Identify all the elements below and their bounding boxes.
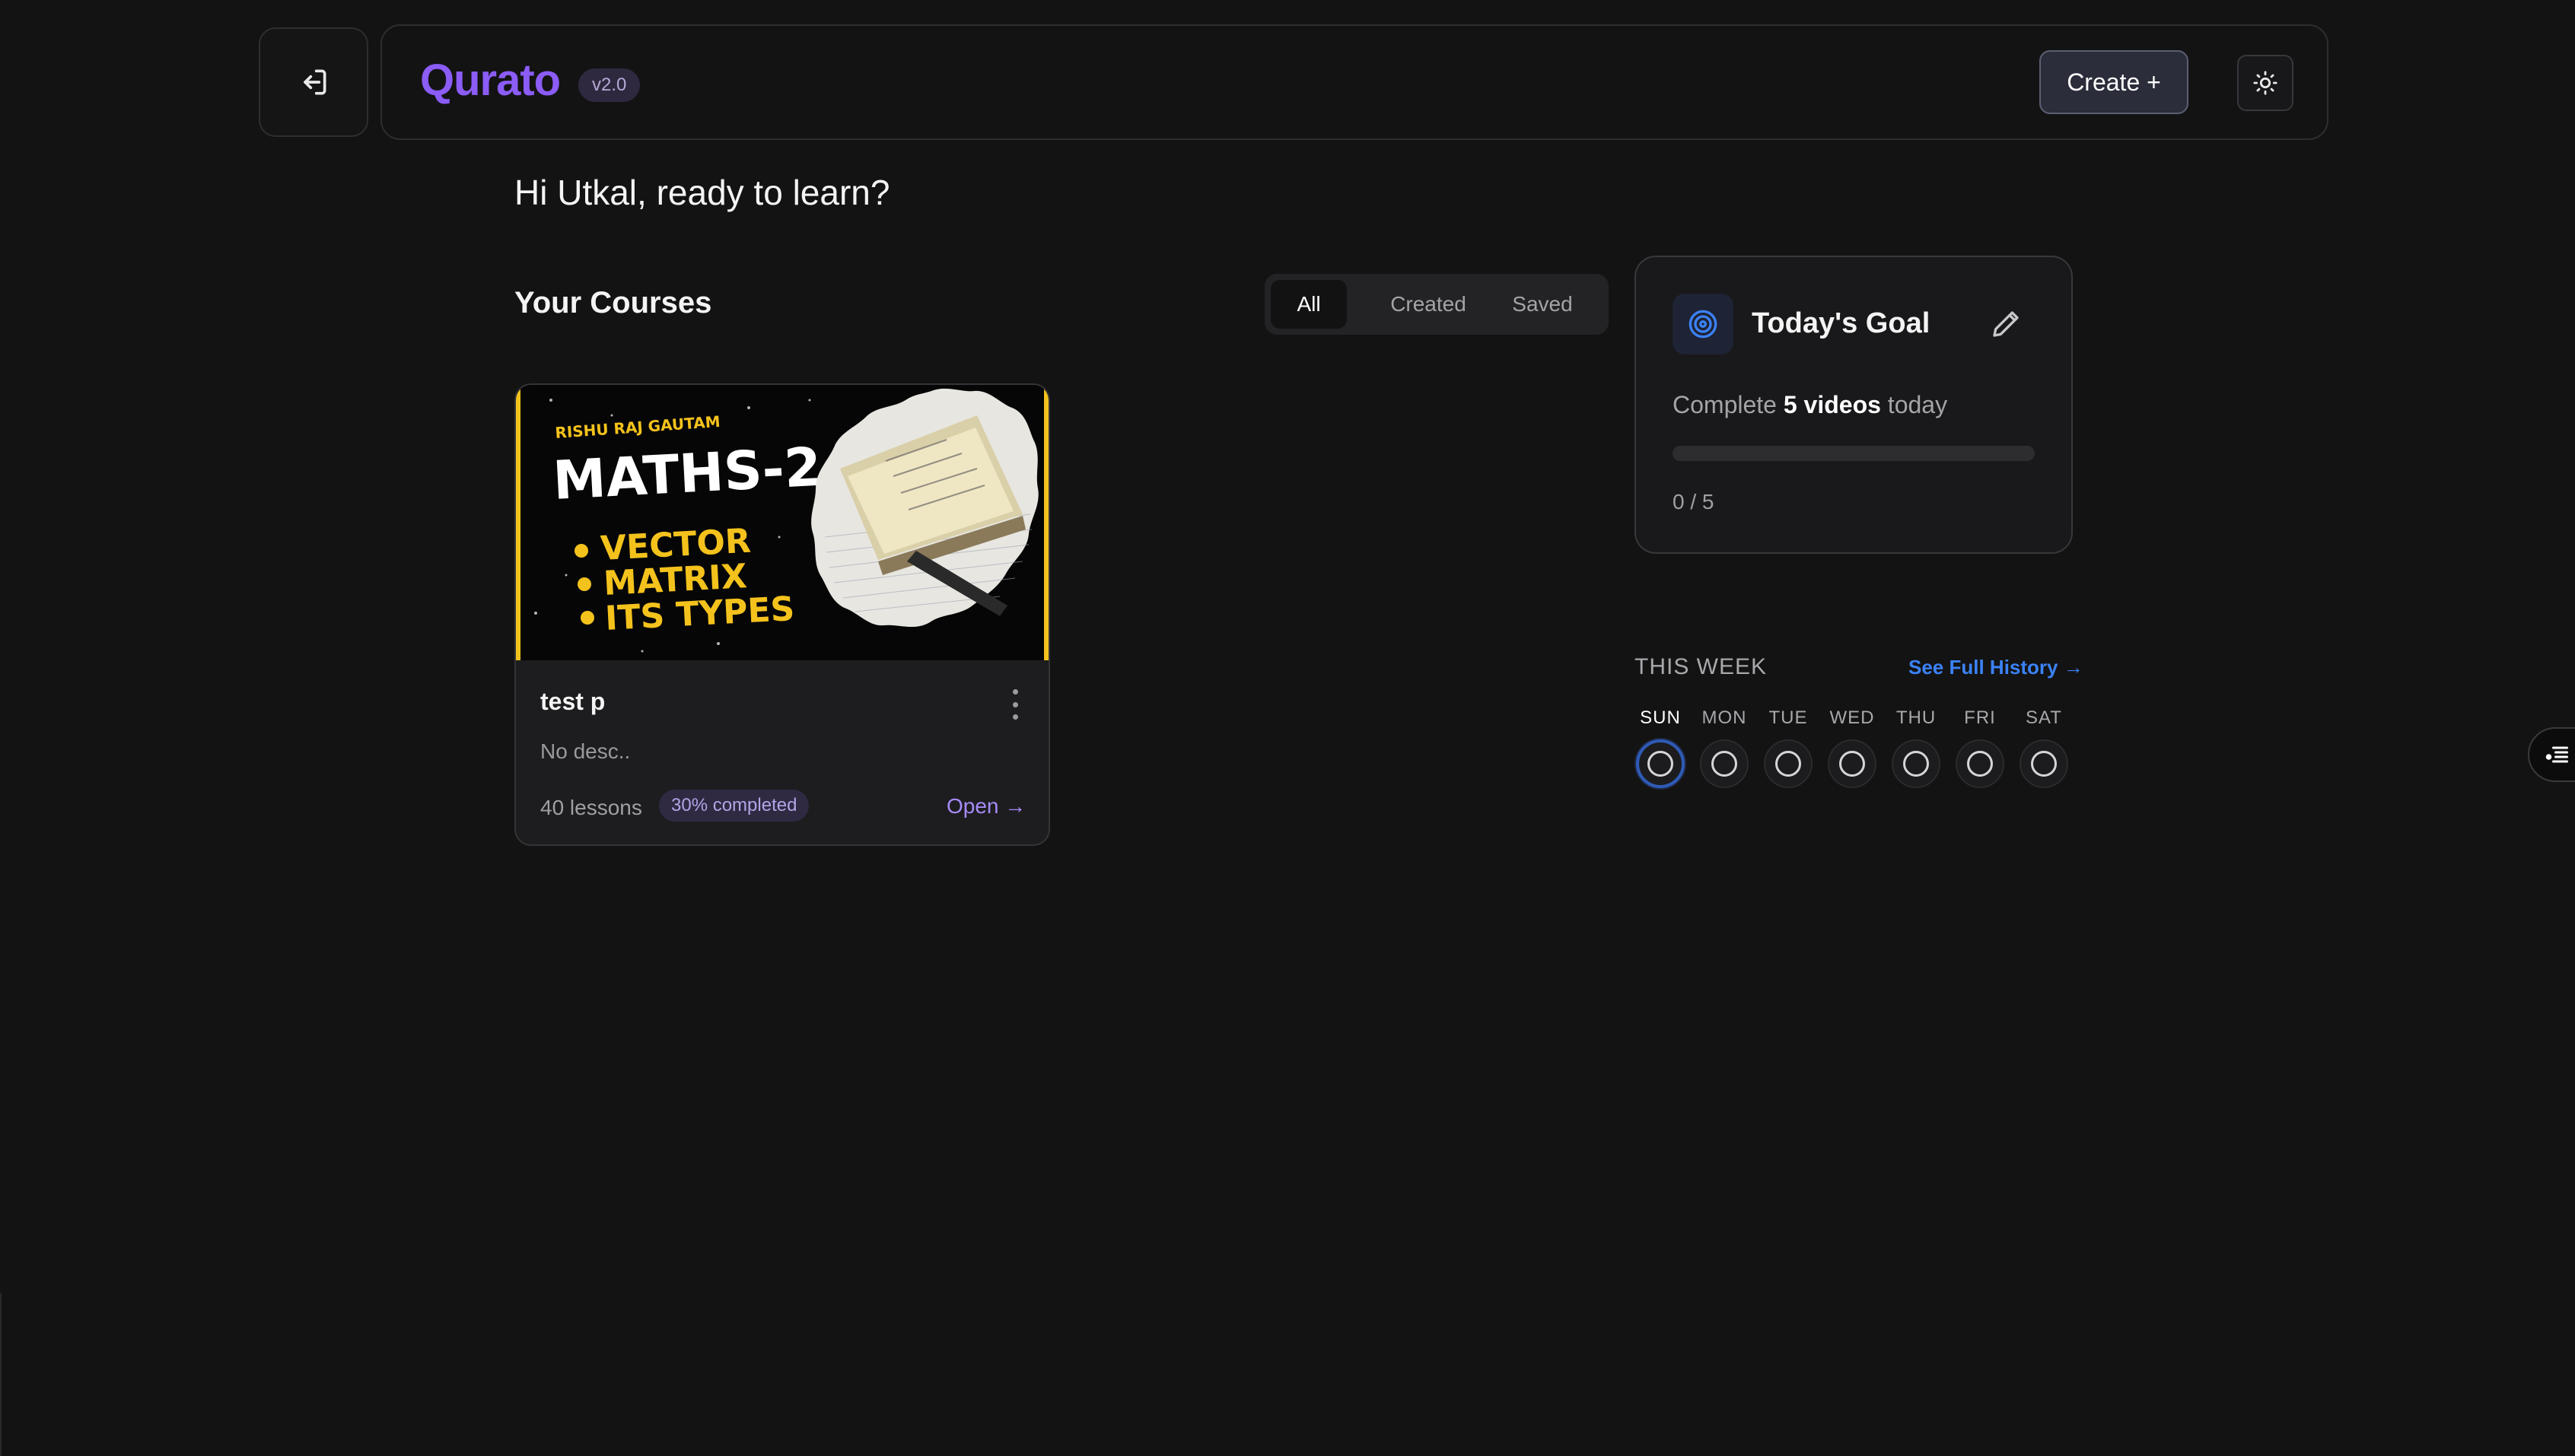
day-status-circle bbox=[1892, 739, 1940, 788]
brand-logo: Qurato bbox=[420, 56, 561, 105]
goal-description: Complete 5 videos today bbox=[1673, 391, 1947, 419]
sun-icon bbox=[2253, 71, 2277, 95]
tab-created[interactable]: Created bbox=[1371, 280, 1485, 329]
day-label: THU bbox=[1895, 707, 1937, 728]
course-thumbnail: RISHU RAJ GAUTAM MATHS-2 VECTOR MATRIX I… bbox=[516, 385, 1049, 660]
goal-count: 0 / 5 bbox=[1673, 490, 1714, 513]
day-status-circle bbox=[1636, 739, 1685, 788]
week-title: THIS WEEK bbox=[1634, 654, 1768, 679]
side-panel-toggle[interactable] bbox=[2528, 727, 2575, 782]
tab-saved[interactable]: Saved bbox=[1493, 280, 1592, 329]
thumbnail-headline: MATHS-2 bbox=[552, 436, 823, 512]
goal-icon-container bbox=[1673, 294, 1733, 354]
goal-text-suffix: today bbox=[1880, 391, 1948, 418]
empty-circle-icon bbox=[1839, 751, 1865, 777]
empty-circle-icon bbox=[1711, 751, 1737, 777]
day-wed[interactable]: WED bbox=[1820, 707, 1884, 788]
day-label: FRI bbox=[1964, 707, 1996, 728]
day-mon[interactable]: MON bbox=[1692, 707, 1756, 788]
empty-circle-icon bbox=[1647, 751, 1673, 777]
progress-badge: 30% completed bbox=[659, 790, 810, 822]
goal-title: Today's Goal bbox=[1752, 307, 1930, 339]
goal-text-target: 5 videos bbox=[1783, 391, 1881, 418]
lesson-count: 40 lessons bbox=[540, 796, 642, 819]
day-thu[interactable]: THU bbox=[1884, 707, 1948, 788]
thumbnail-graphic: RISHU RAJ GAUTAM MATHS-2 VECTOR MATRIX I… bbox=[534, 388, 1039, 653]
version-badge: v2.0 bbox=[578, 68, 641, 102]
day-status-circle bbox=[1828, 739, 1876, 788]
day-status-circle bbox=[1956, 739, 2004, 788]
day-label: TUE bbox=[1768, 707, 1808, 728]
notebook-photo bbox=[811, 388, 1039, 628]
app-root: Qurato v2.0 Create + Hi Utkal, ready to … bbox=[0, 0, 2575, 1456]
day-fri[interactable]: FRI bbox=[1948, 707, 2012, 788]
target-icon bbox=[1689, 310, 1717, 339]
empty-circle-icon bbox=[1903, 751, 1929, 777]
empty-circle-icon bbox=[2031, 751, 2057, 777]
tab-all[interactable]: All bbox=[1271, 280, 1347, 329]
day-label: SAT bbox=[2026, 707, 2062, 728]
course-card[interactable]: RISHU RAJ GAUTAM MATHS-2 VECTOR MATRIX I… bbox=[514, 383, 1050, 846]
day-status-circle bbox=[2020, 739, 2068, 788]
open-course-link[interactable]: Open → bbox=[947, 794, 1026, 819]
course-title: test p bbox=[540, 688, 606, 715]
day-sat[interactable]: SAT bbox=[2012, 707, 2076, 788]
course-filter-tabs: All Created Saved bbox=[1265, 274, 1609, 335]
goal-text-prefix: Complete bbox=[1673, 391, 1784, 418]
exit-icon bbox=[304, 69, 326, 95]
empty-circle-icon bbox=[1775, 751, 1801, 777]
todays-goal-card: Today's Goal Complete 5 videos today 0 /… bbox=[1634, 256, 2073, 554]
course-description: No desc.. bbox=[540, 739, 631, 763]
kebab-icon[interactable] bbox=[1006, 689, 1024, 720]
thumbnail-author: RISHU RAJ GAUTAM bbox=[555, 412, 721, 442]
day-status-circle bbox=[1764, 739, 1813, 788]
day-label: WED bbox=[1829, 707, 1875, 728]
goal-progress-bar bbox=[1673, 446, 2035, 461]
greeting-heading: Hi Utkal, ready to learn? bbox=[514, 173, 890, 212]
create-button[interactable]: Create + bbox=[2039, 50, 2188, 114]
day-tue[interactable]: TUE bbox=[1756, 707, 1820, 788]
day-sun[interactable]: SUN bbox=[1628, 707, 1692, 788]
day-label: SUN bbox=[1640, 707, 1681, 728]
courses-section-title: Your Courses bbox=[514, 286, 712, 319]
week-days: SUN MON TUE WED THU FRI SAT bbox=[1628, 707, 2085, 791]
header-bar: Qurato v2.0 Create + bbox=[380, 24, 2328, 140]
day-status-circle bbox=[1700, 739, 1749, 788]
day-label: MON bbox=[1701, 707, 1747, 728]
empty-circle-icon bbox=[1967, 751, 1993, 777]
logout-button[interactable] bbox=[259, 27, 368, 137]
list-icon bbox=[2545, 746, 2568, 763]
theme-toggle-button[interactable] bbox=[2237, 55, 2293, 111]
pencil-icon[interactable] bbox=[1991, 309, 2021, 339]
edge-divider bbox=[0, 1293, 2, 1456]
see-full-history-link[interactable]: See Full History → bbox=[1908, 656, 2083, 679]
